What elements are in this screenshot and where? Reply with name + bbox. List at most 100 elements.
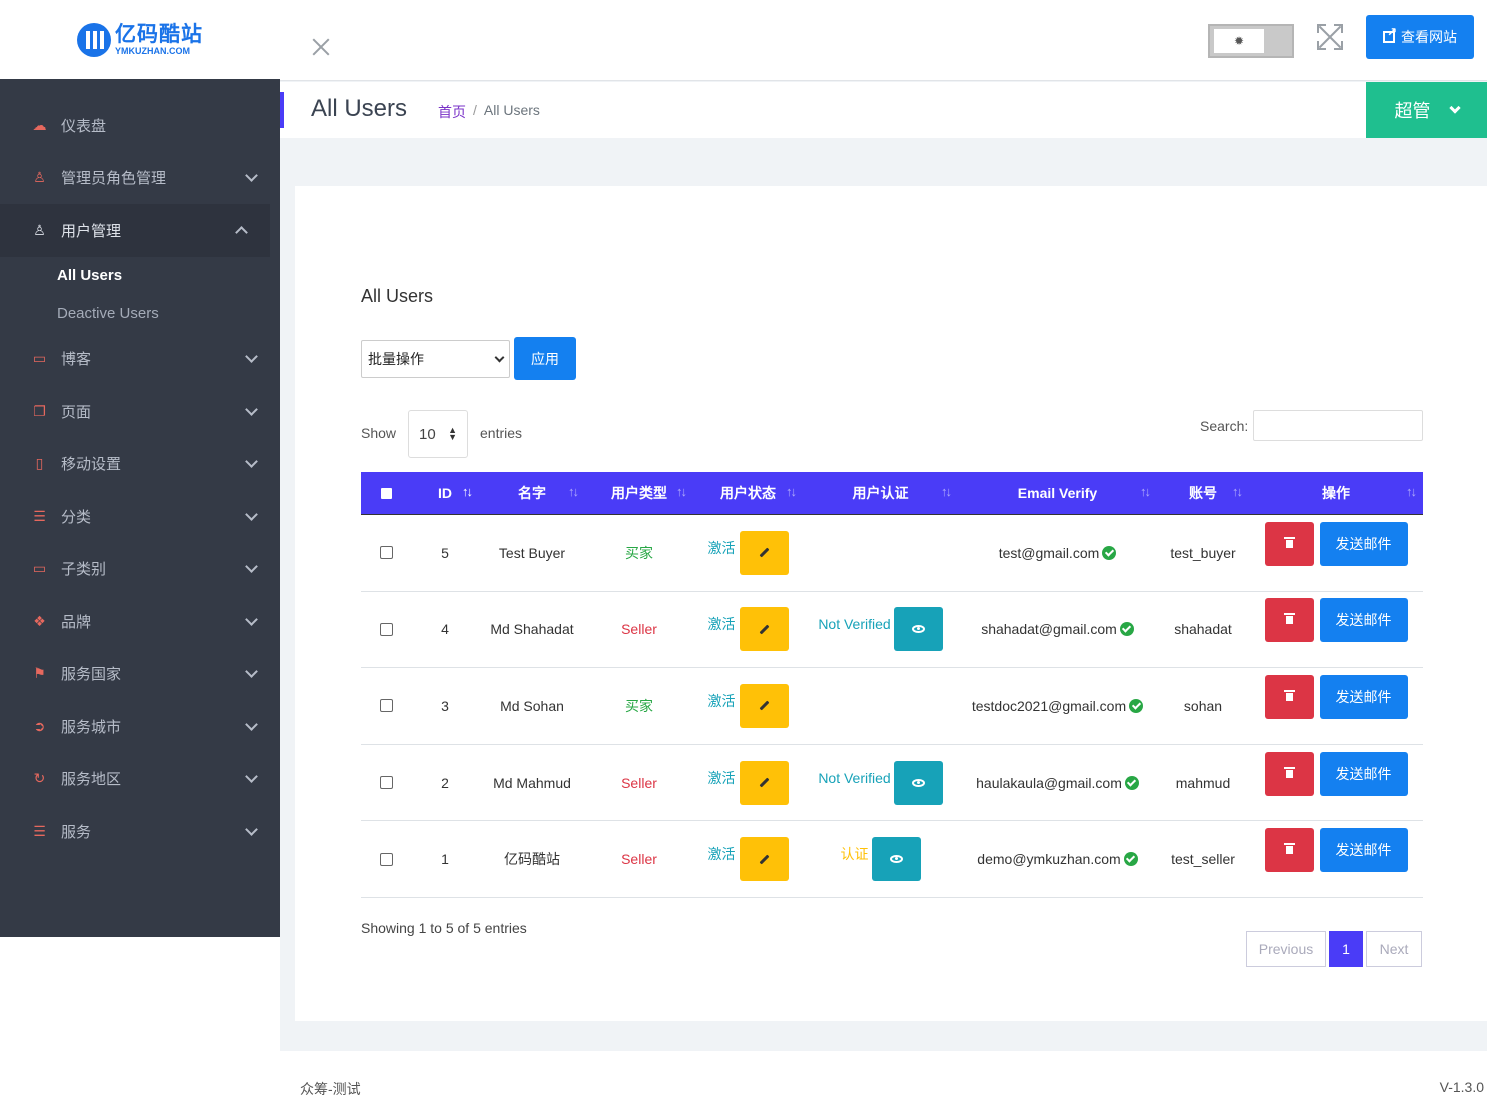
sidebar-item-subcategories[interactable]: ▭ 子类别 bbox=[0, 543, 280, 596]
delete-button[interactable] bbox=[1264, 751, 1314, 796]
col-user-status[interactable]: 用户状态 ↑↓ bbox=[693, 472, 803, 514]
sort-icon: ↑↓ bbox=[676, 484, 687, 499]
user-type-badge: 买家 bbox=[625, 697, 653, 714]
entries-label: entries bbox=[480, 425, 523, 441]
chevron-down-icon bbox=[245, 717, 258, 731]
select-all-checkbox[interactable] bbox=[361, 472, 411, 514]
theme-toggle[interactable]: ✹ bbox=[1208, 24, 1294, 58]
edit-status-button[interactable] bbox=[739, 607, 789, 652]
row-checkbox[interactable] bbox=[379, 622, 393, 636]
sidebar-item-blog[interactable]: ▭ 博客 bbox=[0, 333, 280, 386]
sidebar-item-label: 分类 bbox=[61, 508, 92, 526]
list-icon: ☰ bbox=[33, 822, 46, 839]
cell-verify bbox=[803, 668, 958, 744]
sidebar-item-label: 用户管理 bbox=[61, 222, 122, 240]
sidebar-item-service-areas[interactable]: ↻ 服务地区 bbox=[0, 753, 280, 806]
user-verify-text: Not Verified bbox=[818, 616, 891, 633]
close-icon[interactable] bbox=[310, 36, 332, 58]
user-icon: ♙ bbox=[33, 169, 46, 186]
col-email-verify[interactable]: Email Verify ↑↓ bbox=[958, 472, 1157, 514]
table-info: Showing 1 to 5 of 5 entries bbox=[361, 920, 527, 936]
sidebar-item-pages[interactable]: ❐ 页面 bbox=[0, 385, 280, 438]
cell-id: 4 bbox=[441, 621, 449, 638]
row-checkbox[interactable] bbox=[379, 852, 393, 866]
sidebar-item-service-cities[interactable]: ➲ 服务城市 bbox=[0, 700, 280, 753]
users-table: ID ↑↓ 名字 ↑↓ 用户类型 ↑↓ 用户状态 ↑↓ 用户认证 ↑↓ Email Ver… bbox=[361, 472, 1423, 898]
sidebar-item-categories[interactable]: ☰ 分类 bbox=[0, 490, 280, 543]
search-input[interactable] bbox=[1253, 410, 1423, 441]
row-checkbox[interactable] bbox=[379, 699, 393, 713]
edit-status-button[interactable] bbox=[739, 760, 789, 805]
trash-icon bbox=[1283, 536, 1295, 548]
sidebar-subitem-all-users[interactable]: All Users bbox=[0, 257, 280, 295]
chevron-down-icon bbox=[245, 350, 258, 364]
page-1-button[interactable]: 1 bbox=[1329, 931, 1363, 967]
sort-icon: ↑↓ bbox=[941, 484, 952, 499]
fullscreen-icon[interactable] bbox=[1317, 24, 1343, 50]
sidebar-item-dashboard[interactable]: ☁ 仪表盘 bbox=[0, 99, 280, 152]
show-label: Show bbox=[361, 425, 397, 441]
col-id[interactable]: ID ↑↓ bbox=[411, 472, 479, 514]
send-email-button[interactable]: 发送邮件 bbox=[1319, 828, 1408, 873]
sidebar-item-service-countries[interactable]: ⚑ 服务国家 bbox=[0, 648, 280, 701]
send-email-button[interactable]: 发送邮件 bbox=[1319, 598, 1408, 643]
chevron-down-icon bbox=[245, 770, 258, 784]
edit-status-button[interactable] bbox=[739, 530, 789, 575]
sidebar-item-brands[interactable]: ❖ 品牌 bbox=[0, 595, 280, 648]
trash-icon bbox=[1283, 689, 1295, 701]
col-account[interactable]: 账号 ↑↓ bbox=[1157, 472, 1249, 514]
col-user-verify[interactable]: 用户认证 ↑↓ bbox=[803, 472, 958, 514]
sidebar-subitem-deactive-users[interactable]: Deactive Users bbox=[0, 295, 280, 333]
chevron-down-icon bbox=[245, 612, 258, 626]
next-button[interactable]: Next bbox=[1366, 931, 1422, 967]
chevron-down-icon bbox=[245, 455, 258, 469]
pencil-icon bbox=[759, 854, 769, 865]
col-name[interactable]: 名字 ↑↓ bbox=[479, 472, 585, 514]
sidebar-item-label: 品牌 bbox=[61, 613, 92, 631]
sidebar: ☁ 仪表盘 ♙ 管理员角色管理 ♙ 用户管理 All Users Deactiv… bbox=[0, 79, 280, 937]
delete-button[interactable] bbox=[1264, 521, 1314, 566]
send-email-button[interactable]: 发送邮件 bbox=[1319, 521, 1408, 566]
sidebar-item-label: 移动设置 bbox=[61, 456, 122, 474]
row-checkbox[interactable] bbox=[379, 776, 393, 790]
row-checkbox[interactable] bbox=[379, 546, 393, 560]
sidebar-item-label: 仪表盘 bbox=[61, 117, 107, 135]
sidebar-item-label: 博客 bbox=[61, 351, 92, 369]
breadcrumb: 首页 / All Users bbox=[438, 102, 540, 122]
dashboard-icon: ☁ bbox=[32, 116, 47, 133]
sidebar-item-services[interactable]: ☰ 服务 bbox=[0, 805, 280, 858]
view-site-button[interactable]: 查看网站 bbox=[1366, 15, 1474, 59]
col-actions[interactable]: 操作 ↑↓ bbox=[1249, 472, 1423, 514]
cell-account: shahadat bbox=[1174, 621, 1232, 638]
cell-name: 亿码酷站 bbox=[504, 851, 560, 868]
sidebar-item-admin-roles[interactable]: ♙ 管理员角色管理 bbox=[0, 152, 280, 205]
view-verification-button[interactable] bbox=[871, 837, 921, 882]
page-title: All Users bbox=[311, 95, 408, 122]
sidebar-item-mobile-settings[interactable]: ▯ 移动设置 bbox=[0, 438, 280, 491]
previous-button[interactable]: Previous bbox=[1246, 931, 1326, 967]
page-length-select[interactable]: 10 ▲ ▼ bbox=[408, 410, 468, 458]
delete-button[interactable] bbox=[1264, 828, 1314, 873]
table-row: 1 亿码酷站 Seller 激活 认证 demo@ymkuzhan.com te… bbox=[361, 821, 1423, 898]
admin-menu-button[interactable]: 超管 bbox=[1366, 82, 1487, 138]
view-verification-button[interactable] bbox=[893, 607, 943, 652]
brand-logo[interactable]: 亿码酷站 YMKUZHAN.COM bbox=[77, 22, 203, 57]
apply-button[interactable]: 应用 bbox=[514, 337, 576, 380]
chevron-down-icon bbox=[245, 665, 258, 679]
sidebar-item-users[interactable]: ♙ 用户管理 bbox=[0, 204, 270, 257]
user-type-badge: Seller bbox=[621, 774, 657, 791]
send-email-button[interactable]: 发送邮件 bbox=[1319, 674, 1408, 719]
edit-status-button[interactable] bbox=[739, 837, 789, 882]
circle-arrow-icon: ➲ bbox=[33, 717, 46, 734]
view-verification-button[interactable] bbox=[893, 760, 943, 805]
delete-button[interactable] bbox=[1264, 674, 1314, 719]
delete-button[interactable] bbox=[1264, 598, 1314, 643]
bulk-action-select[interactable]: 批量操作 bbox=[361, 340, 510, 378]
send-email-button[interactable]: 发送邮件 bbox=[1319, 751, 1408, 796]
breadcrumb-home[interactable]: 首页 bbox=[438, 102, 466, 122]
sort-icon: ↑↓ bbox=[462, 484, 473, 499]
col-user-type[interactable]: 用户类型 ↑↓ bbox=[585, 472, 693, 514]
chevron-down-icon bbox=[245, 169, 258, 183]
cell-name: Test Buyer bbox=[498, 544, 566, 561]
edit-status-button[interactable] bbox=[739, 683, 789, 728]
